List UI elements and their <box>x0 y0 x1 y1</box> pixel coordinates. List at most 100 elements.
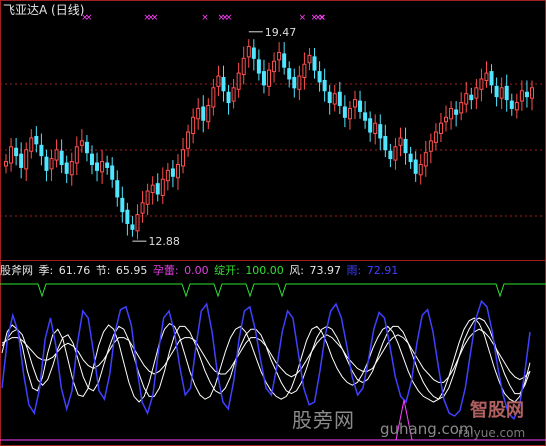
candlestick-series <box>4 39 534 240</box>
candle-body <box>297 75 302 90</box>
candle-body <box>287 68 292 80</box>
candle-body <box>206 105 211 123</box>
candle-body <box>474 87 479 99</box>
candle-body <box>186 131 191 149</box>
candle-body <box>175 163 180 179</box>
indicator-item-value: 65.95 <box>115 264 148 277</box>
candle-body <box>438 122 443 135</box>
candle-body <box>24 149 29 170</box>
indicator-item-label: 雨: <box>343 264 365 277</box>
candle-body <box>211 87 216 108</box>
candle-body <box>74 146 79 164</box>
candle-body <box>221 77 226 92</box>
candle-body <box>322 79 327 92</box>
candle-body <box>160 178 165 196</box>
candle-body <box>383 135 388 151</box>
candle-body <box>352 99 357 108</box>
candle-body <box>530 87 534 99</box>
candle-body <box>504 85 509 101</box>
candle-body <box>39 144 44 157</box>
candle-body <box>358 100 363 112</box>
candle-body <box>236 72 241 90</box>
candle-body <box>282 53 287 68</box>
candle-body <box>150 184 155 193</box>
candle-body <box>14 147 19 157</box>
candle-body <box>226 91 231 104</box>
candle-body <box>69 161 74 176</box>
candle-body <box>479 78 484 90</box>
candle-body <box>135 214 140 232</box>
candle-body <box>307 54 312 64</box>
candle-body <box>231 87 236 102</box>
candle-body <box>54 149 59 161</box>
chart-canvas[interactable]: ×× ××× × ××× × ×××× 19.4712.88 <box>0 0 546 446</box>
candle-body <box>327 91 332 104</box>
candle-body <box>125 209 130 224</box>
candle-body <box>454 109 459 115</box>
candle-body <box>29 137 34 152</box>
candle-body <box>302 63 307 78</box>
top-markers: ×× ××× × ××× × ×××× <box>81 13 326 23</box>
candle-body <box>64 162 69 174</box>
candle-body <box>368 118 373 133</box>
candle-body <box>49 158 54 170</box>
candle-body <box>342 106 347 118</box>
candle-body <box>469 94 474 101</box>
buy-marker: × <box>151 13 159 23</box>
candle-body <box>363 112 368 121</box>
candle-body <box>499 87 504 99</box>
watermark-site1: 股旁网 <box>292 408 355 432</box>
candle-body <box>261 71 266 86</box>
buy-marker: × <box>225 13 233 23</box>
candle-body <box>444 116 449 123</box>
candle-body <box>514 102 519 111</box>
indicator-item-label: 孕蕾: <box>149 264 183 277</box>
candle-body <box>110 165 115 180</box>
indicator-item-value: 100.00 <box>245 264 284 277</box>
candle-body <box>418 163 423 176</box>
candle-body <box>191 116 196 135</box>
candle-body <box>9 146 14 164</box>
candle-body <box>388 150 393 160</box>
indicator-item-label: 季: <box>38 264 57 277</box>
indicator-item-value: 61.76 <box>58 264 91 277</box>
candle-body <box>449 107 454 120</box>
candle-body <box>519 90 524 102</box>
price-annotations: 19.47 12.88 <box>132 26 296 248</box>
series-line <box>1 328 531 383</box>
candle-body <box>509 100 514 109</box>
low-label: 12.88 <box>148 235 180 248</box>
candle-body <box>347 107 352 120</box>
buy-marker: × <box>201 13 209 23</box>
candle-body <box>267 69 271 87</box>
candle-body <box>251 47 256 59</box>
candle-body <box>398 137 403 146</box>
candle-body <box>337 91 342 107</box>
series-line <box>0 283 546 298</box>
candle-body <box>272 60 277 73</box>
candle-body <box>312 56 317 71</box>
candle-body <box>423 152 428 167</box>
indicator-item-label: 绽开: <box>210 264 244 277</box>
candle-body <box>170 168 175 177</box>
candle-body <box>4 161 8 167</box>
candle-body <box>89 153 94 165</box>
candle-body <box>105 162 110 168</box>
candle-body <box>494 85 499 98</box>
indicator-values: 季: 61.76 节: 65.95 孕蕾: 0.00 绽开: 100.00 风:… <box>39 264 401 277</box>
candle-body <box>413 159 418 174</box>
candle-body <box>428 140 433 152</box>
candle-body <box>216 75 221 87</box>
candle-body <box>79 140 84 146</box>
buy-marker: × <box>85 13 93 23</box>
indicator-item-label: 风: <box>285 264 308 277</box>
indicator-item-value: 72.91 <box>366 264 399 277</box>
candle-body <box>459 102 464 114</box>
indicator-item-value: 0.00 <box>184 264 209 277</box>
high-label: 19.47 <box>265 26 297 39</box>
indicator-lines <box>0 283 546 441</box>
candle-body <box>120 197 125 213</box>
candle-body <box>403 138 408 154</box>
candle-body <box>241 57 246 76</box>
candle-body <box>201 106 206 121</box>
